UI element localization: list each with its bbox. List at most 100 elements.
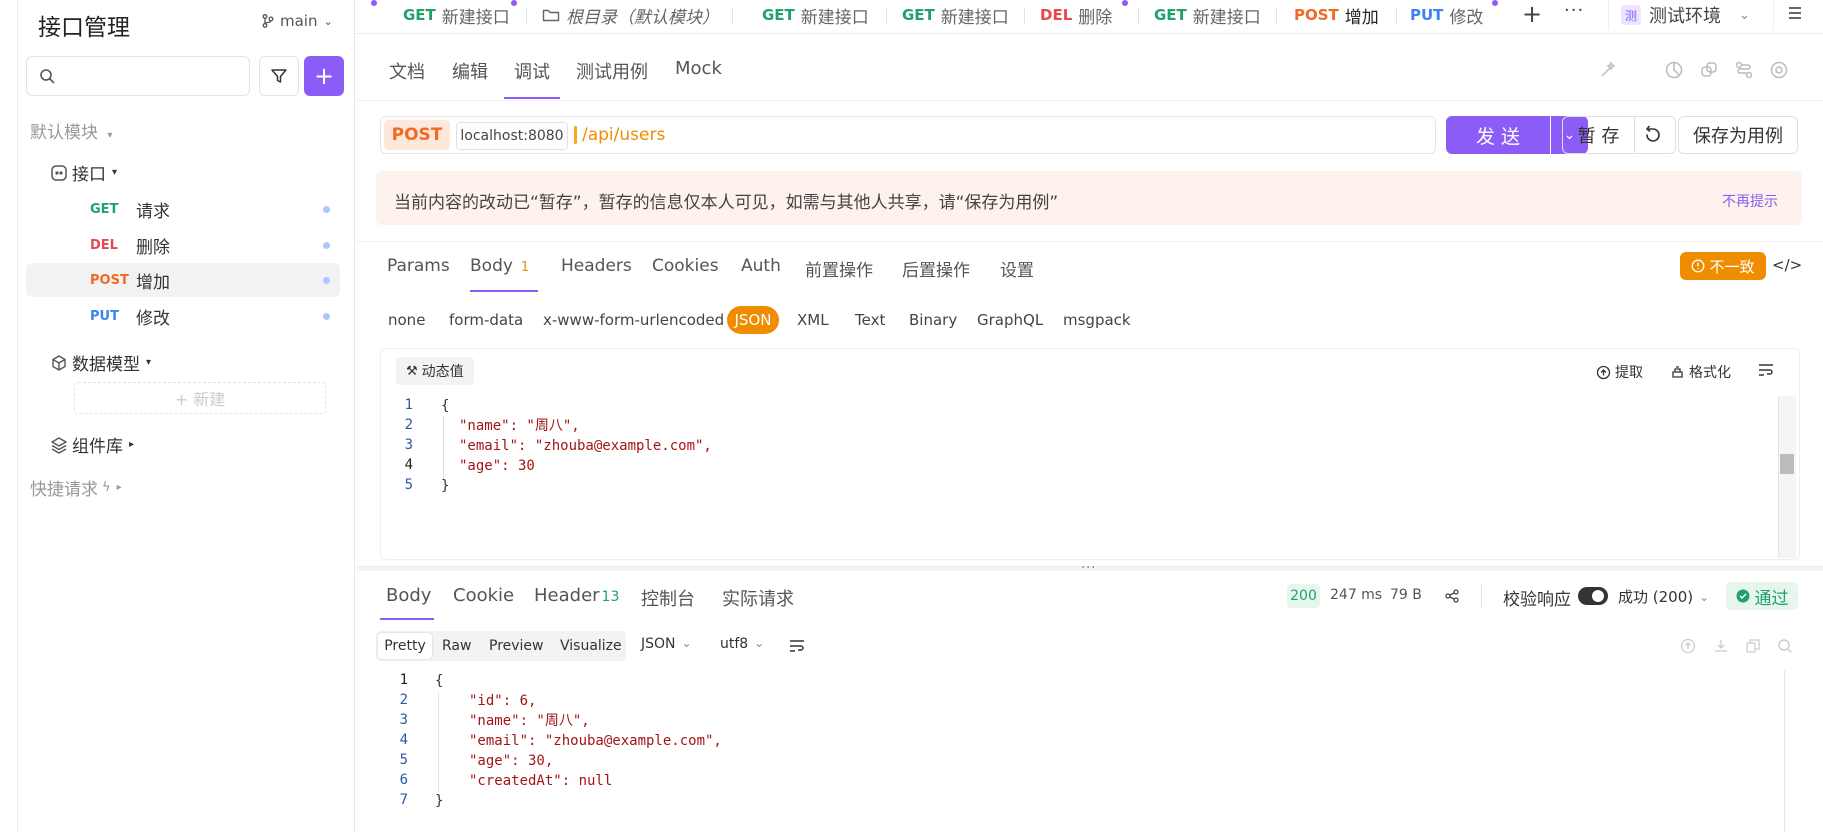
settings-icon[interactable]: [1769, 60, 1789, 80]
tab-get-new-2[interactable]: GET 新建接口: [762, 0, 869, 30]
copy-icon[interactable]: [1745, 638, 1761, 654]
tab-docs[interactable]: 文档: [389, 58, 425, 84]
copy-icon[interactable]: [1699, 60, 1719, 80]
component-lib-group[interactable]: 组件库 ▸: [50, 432, 134, 457]
tab-divider: [1276, 8, 1277, 24]
response-scrollbar-track[interactable]: [1784, 670, 1785, 832]
dismiss-notice-link[interactable]: 不再提示: [1722, 191, 1778, 211]
code-line: "id": 6,: [469, 693, 537, 709]
extract-button[interactable]: 提取: [1596, 362, 1643, 382]
magic-icon[interactable]: [1598, 60, 1618, 80]
filter-button[interactable]: [259, 56, 299, 96]
validate-toggle[interactable]: [1578, 587, 1608, 605]
new-tab-button[interactable]: +: [1522, 0, 1542, 28]
host-chip[interactable]: localhost:8080: [456, 122, 568, 150]
body-type-binary[interactable]: Binary: [909, 311, 957, 329]
branch-selector[interactable]: main ⌄: [262, 12, 333, 30]
scrollbar-thumb[interactable]: [1780, 454, 1794, 474]
view-mode-visualize[interactable]: Visualize: [560, 638, 622, 654]
response-tab-cookie[interactable]: Cookie: [453, 585, 514, 606]
environment-selector[interactable]: 测 测试环境 ⌄: [1608, 0, 1774, 30]
chart-icon[interactable]: [1664, 60, 1684, 80]
drag-handle-icon[interactable]: ···: [1081, 561, 1096, 576]
line-number: 4: [399, 732, 408, 748]
url-path-input[interactable]: /api/users: [582, 125, 665, 145]
view-mode-preview[interactable]: Preview: [489, 638, 544, 654]
body-type-form-data[interactable]: form-data: [449, 311, 523, 329]
dynamic-value-button[interactable]: ⚒ 动态值: [396, 357, 474, 385]
editor-scrollbar[interactable]: [1778, 396, 1796, 558]
response-tab-console[interactable]: 控制台: [641, 585, 695, 611]
quick-request-group[interactable]: 快捷请求 ϟ ▸: [30, 475, 122, 500]
save-temp-button[interactable]: 暂 存: [1563, 117, 1635, 153]
save-as-case-button[interactable]: 保存为用例: [1678, 116, 1798, 154]
view-mode-pretty[interactable]: Pretty: [378, 633, 432, 659]
code-view-icon[interactable]: </>: [1772, 256, 1802, 274]
body-type-xml[interactable]: XML: [797, 311, 829, 329]
view-mode-raw[interactable]: Raw: [442, 638, 471, 654]
hamburger-icon: [1786, 4, 1804, 22]
tab-get-new-3[interactable]: GET 新建接口: [902, 0, 1009, 30]
sidebar-endpoint-post[interactable]: POST 增加: [26, 263, 340, 297]
response-format-select[interactable]: JSON ⌄: [641, 636, 692, 652]
success-status-select[interactable]: 成功 (200) ⌄: [1618, 586, 1709, 607]
response-tab-body[interactable]: Body: [386, 585, 431, 606]
encoding-select[interactable]: utf8 ⌄: [720, 636, 764, 652]
tab-get-new-4[interactable]: GET 新建接口: [1154, 0, 1261, 30]
caret-down-icon: ▾: [146, 357, 152, 368]
download-icon[interactable]: [1713, 638, 1729, 654]
sidebar-endpoint-get[interactable]: GET 请求: [26, 192, 340, 226]
search-box: [26, 56, 250, 96]
brush-icon: [1670, 365, 1685, 380]
body-type-graphql[interactable]: GraphQL: [977, 311, 1043, 329]
wrap-lines-icon[interactable]: [1758, 363, 1774, 377]
tab-cookies[interactable]: Cookies: [652, 256, 719, 276]
flow-icon[interactable]: [1734, 60, 1754, 80]
method-selector[interactable]: POST: [384, 120, 450, 150]
tab-params[interactable]: Params: [387, 256, 450, 276]
tab-del[interactable]: DEL 删除: [1040, 0, 1112, 30]
body-type-msgpack[interactable]: msgpack: [1063, 311, 1131, 329]
tab-mock[interactable]: Mock: [675, 58, 722, 79]
add-button[interactable]: +: [304, 56, 344, 96]
response-tab-header[interactable]: Header 13: [534, 585, 619, 606]
sidebar-endpoint-put[interactable]: PUT 修改: [26, 299, 340, 333]
menu-button[interactable]: [1786, 4, 1804, 22]
wand-icon: ⚒: [406, 363, 418, 379]
search-icon[interactable]: [1777, 638, 1793, 654]
tab-edit[interactable]: 编辑: [452, 58, 488, 84]
tab-auth[interactable]: Auth: [741, 256, 781, 276]
body-type-text[interactable]: Text: [855, 311, 885, 329]
body-type-json[interactable]: JSON: [727, 306, 779, 334]
tab-divider: [732, 8, 733, 24]
body-type-urlencoded[interactable]: x-www-form-urlencoded: [543, 311, 724, 329]
tab-get-new-1[interactable]: GET 新建接口: [403, 0, 510, 30]
format-button[interactable]: 格式化: [1670, 362, 1731, 382]
tab-settings[interactable]: 设置: [1000, 256, 1034, 281]
tab-body[interactable]: Body 1: [470, 256, 529, 276]
sidebar-endpoint-del[interactable]: DEL 删除: [26, 228, 340, 262]
tab-debug[interactable]: 调试: [514, 58, 550, 84]
tab-test-cases[interactable]: 测试用例: [576, 58, 648, 84]
body-type-none[interactable]: none: [388, 311, 425, 329]
share-icon[interactable]: [1445, 589, 1459, 603]
data-model-group[interactable]: 数据模型 ▾: [50, 350, 151, 375]
component-lib-label: 组件库: [72, 437, 123, 457]
more-tabs-button[interactable]: ···: [1564, 0, 1584, 21]
tab-post-processors[interactable]: 后置操作: [902, 256, 970, 281]
api-group[interactable]: 接口 ▾: [50, 160, 117, 185]
search-input[interactable]: [61, 63, 241, 89]
default-module[interactable]: 默认模块 ▾: [30, 118, 112, 143]
tab-put[interactable]: PUT 修改: [1410, 0, 1483, 30]
tab-root-folder[interactable]: 根目录（默认模块）: [542, 0, 719, 30]
inconsistent-badge[interactable]: 不一致: [1680, 252, 1766, 280]
wrap-lines-icon[interactable]: [789, 639, 805, 653]
new-model-button[interactable]: + 新建: [74, 382, 326, 414]
tab-headers[interactable]: Headers: [561, 256, 632, 276]
send-button[interactable]: 发 送: [1446, 116, 1550, 154]
reset-icon[interactable]: [1643, 125, 1663, 145]
upload-icon[interactable]: [1680, 638, 1696, 654]
tab-pre-processors[interactable]: 前置操作: [805, 256, 873, 281]
tab-post-active[interactable]: POST 增加: [1294, 0, 1379, 30]
response-tab-actual-request[interactable]: 实际请求: [722, 585, 794, 611]
